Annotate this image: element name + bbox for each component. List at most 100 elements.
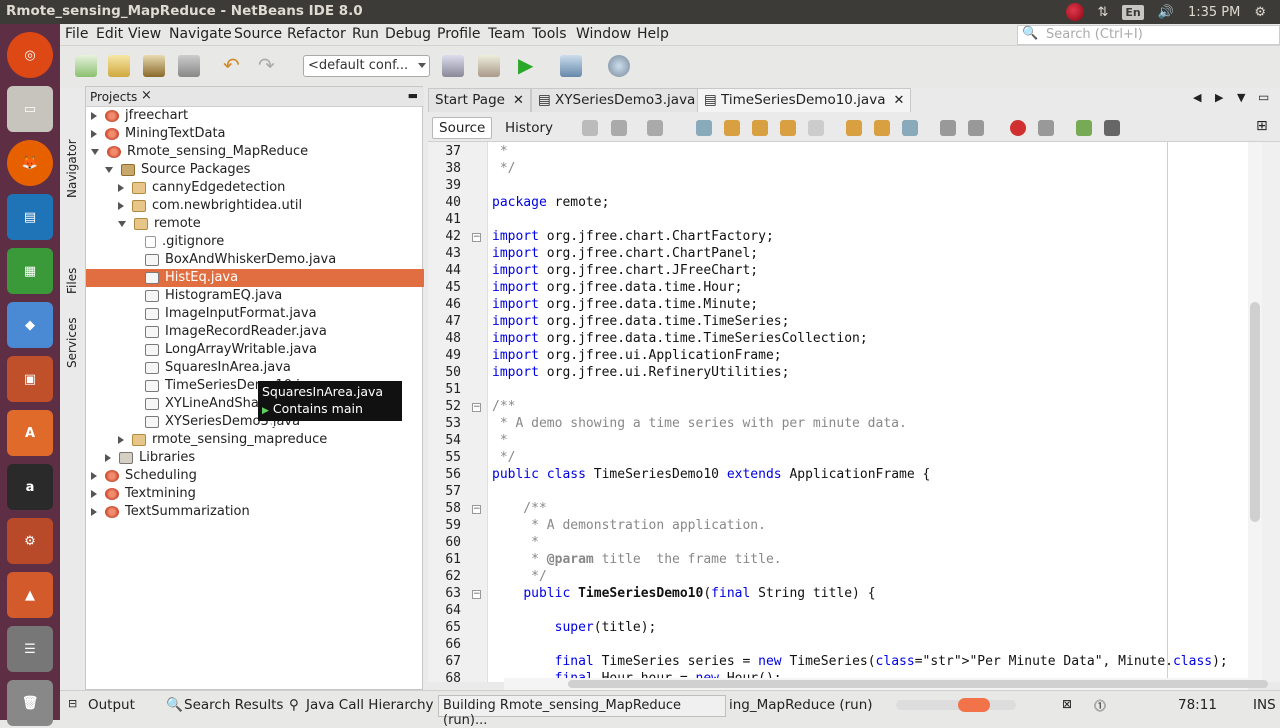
scrollbar-thumb[interactable] — [568, 680, 1268, 688]
maximize-icon[interactable]: ▭ — [1258, 90, 1269, 104]
software-center-icon[interactable]: A — [7, 410, 53, 456]
menu-tools[interactable]: Tools — [532, 26, 567, 42]
debug-icon[interactable] — [560, 55, 582, 77]
workspace-switcher-icon[interactable]: ☰ — [7, 626, 53, 672]
writer-icon[interactable]: ▤ — [7, 194, 53, 240]
code-line[interactable]: import org.jfree.data.time.TimeSeriesCol… — [492, 331, 868, 346]
tree-node-package[interactable]: com.newbrightidea.util — [118, 197, 302, 215]
shift-left-icon[interactable] — [940, 120, 956, 136]
tab-start-page[interactable]: Start Page✕ — [428, 88, 531, 112]
network-arrows-icon[interactable]: ⇅ — [1098, 5, 1109, 20]
ubuntu-dash-icon[interactable]: ◎ — [7, 32, 53, 78]
code-line[interactable]: import org.jfree.data.time.Minute; — [492, 297, 758, 312]
code-line[interactable]: final TimeSeries series = new TimeSeries… — [492, 654, 1228, 669]
toggle-bookmark-icon[interactable] — [902, 120, 918, 136]
horizontal-scrollbar[interactable] — [504, 678, 1248, 690]
scroll-left-icon[interactable]: ◀ — [1193, 91, 1201, 104]
new-project-icon[interactable] — [108, 55, 130, 77]
scrollbar-thumb[interactable] — [1250, 302, 1260, 522]
previous-bookmark-icon[interactable] — [846, 120, 862, 136]
menu-navigate[interactable]: Navigate — [169, 26, 232, 42]
tree-node-file[interactable]: SquaresInArea.java — [145, 359, 291, 377]
last-edit-icon[interactable] — [582, 120, 598, 136]
code-line[interactable]: import org.jfree.data.time.TimeSeries; — [492, 314, 789, 329]
code-line[interactable]: * @param title the frame title. — [492, 552, 782, 567]
vlc-icon[interactable]: ▲ — [7, 572, 53, 618]
forward-icon[interactable] — [647, 120, 663, 136]
code-line[interactable]: * A demo showing a time series with per … — [492, 416, 907, 431]
projects-tab[interactable]: Projects × ▬ — [86, 87, 424, 107]
back-icon[interactable] — [611, 120, 627, 136]
impress-icon[interactable]: ▣ — [7, 356, 53, 402]
code-line[interactable]: super(title); — [492, 620, 656, 635]
quick-search[interactable]: 🔍 Search (Ctrl+I) — [1017, 25, 1280, 45]
tree-node-project[interactable]: MiningTextData — [91, 125, 226, 143]
undo-icon[interactable]: ↶ — [223, 55, 245, 77]
tree-node-libraries[interactable]: Libraries — [105, 449, 195, 467]
code-line[interactable]: import org.jfree.chart.ChartFactory; — [492, 229, 774, 244]
menu-file[interactable]: File — [65, 26, 88, 42]
minimize-icon[interactable]: ▬ — [408, 89, 418, 102]
cancel-task-icon[interactable]: ⊠ — [1062, 697, 1072, 711]
fold-toggle-icon[interactable]: − — [472, 505, 481, 514]
menu-help[interactable]: Help — [637, 26, 669, 42]
expand-arrow-icon[interactable] — [118, 202, 124, 210]
toggle-highlight-icon[interactable] — [780, 120, 796, 136]
code-line[interactable]: public class TimeSeriesDemo10 extends Ap… — [492, 467, 930, 482]
expand-arrow-icon[interactable] — [91, 130, 97, 138]
collapse-arrow-icon[interactable] — [118, 221, 126, 227]
code-line[interactable]: import org.jfree.ui.RefineryUtilities; — [492, 365, 789, 380]
code-line[interactable]: public TimeSeriesDemo10(final String tit… — [492, 586, 876, 601]
code-line[interactable]: * — [492, 144, 508, 159]
clock[interactable]: 1:35 PM — [1188, 5, 1240, 20]
expand-arrow-icon[interactable] — [105, 454, 111, 462]
menu-source[interactable]: Source — [234, 26, 282, 42]
expand-arrow-icon[interactable] — [91, 112, 97, 120]
fold-toggle-icon[interactable]: − — [472, 233, 481, 242]
code-line[interactable]: * — [492, 535, 539, 550]
menu-view[interactable]: View — [128, 26, 161, 42]
find-next-icon[interactable] — [752, 120, 768, 136]
configuration-select[interactable]: <default conf... — [303, 55, 430, 77]
quick-search-input[interactable]: Search (Ctrl+I) — [1046, 27, 1143, 42]
tree-node-project[interactable]: Scheduling — [91, 467, 197, 485]
collapse-arrow-icon[interactable] — [91, 149, 99, 155]
tree-node-file-selected[interactable]: HistEq.java — [145, 269, 238, 287]
tree-node-file[interactable]: HistogramEQ.java — [145, 287, 282, 305]
expand-arrow-icon[interactable] — [91, 490, 97, 498]
tree-node-project[interactable]: jfreechart — [91, 107, 188, 125]
volume-icon[interactable]: 🔊 — [1158, 5, 1174, 20]
tree-node-file[interactable]: LongArrayWritable.java — [145, 341, 317, 359]
expand-arrow-icon[interactable] — [118, 436, 124, 444]
tab-list-icon[interactable]: ▼ — [1237, 91, 1245, 104]
tree-node-source-packages[interactable]: Source Packages — [105, 161, 250, 179]
tree-node-package[interactable]: remote — [118, 215, 201, 233]
next-bookmark-icon[interactable] — [874, 120, 890, 136]
keyboard-layout-indicator[interactable]: En — [1122, 5, 1143, 20]
expand-arrow-icon[interactable] — [91, 508, 97, 516]
code-line[interactable]: import org.jfree.ui.ApplicationFrame; — [492, 348, 782, 363]
menu-team[interactable]: Team — [488, 26, 525, 42]
code-line[interactable]: */ — [492, 569, 547, 584]
menu-debug[interactable]: Debug — [385, 26, 431, 42]
code-line[interactable]: /** — [492, 399, 515, 414]
menu-refactor[interactable]: Refactor — [287, 26, 346, 42]
notifications-icon[interactable]: ⓵ — [1094, 697, 1106, 714]
side-tab-navigator[interactable]: Navigator — [65, 139, 79, 198]
tree-node-file[interactable]: .gitignore — [145, 233, 224, 251]
find-previous-icon[interactable] — [724, 120, 740, 136]
toggle-rect-select-icon[interactable] — [808, 120, 824, 136]
clean-build-icon[interactable] — [478, 55, 500, 77]
save-all-icon[interactable] — [178, 55, 200, 77]
profile-icon[interactable] — [608, 55, 630, 77]
tree-node-file[interactable]: XYLineAndSha — [145, 395, 259, 413]
code-line[interactable]: /** — [492, 501, 547, 516]
close-icon[interactable]: ✕ — [893, 93, 904, 108]
menu-window[interactable]: Window — [576, 26, 631, 42]
menu-profile[interactable]: Profile — [437, 26, 481, 42]
tab-timeseriesdemo10[interactable]: ▤ TimeSeriesDemo10.java✕ — [697, 88, 911, 112]
tab-xyseriesdemo3[interactable]: ▤ XYSeriesDemo3.java✕ — [531, 88, 721, 112]
shift-right-icon[interactable] — [968, 120, 984, 136]
firefox-icon[interactable]: 🦊 — [7, 140, 53, 186]
collapse-arrow-icon[interactable] — [105, 167, 113, 173]
